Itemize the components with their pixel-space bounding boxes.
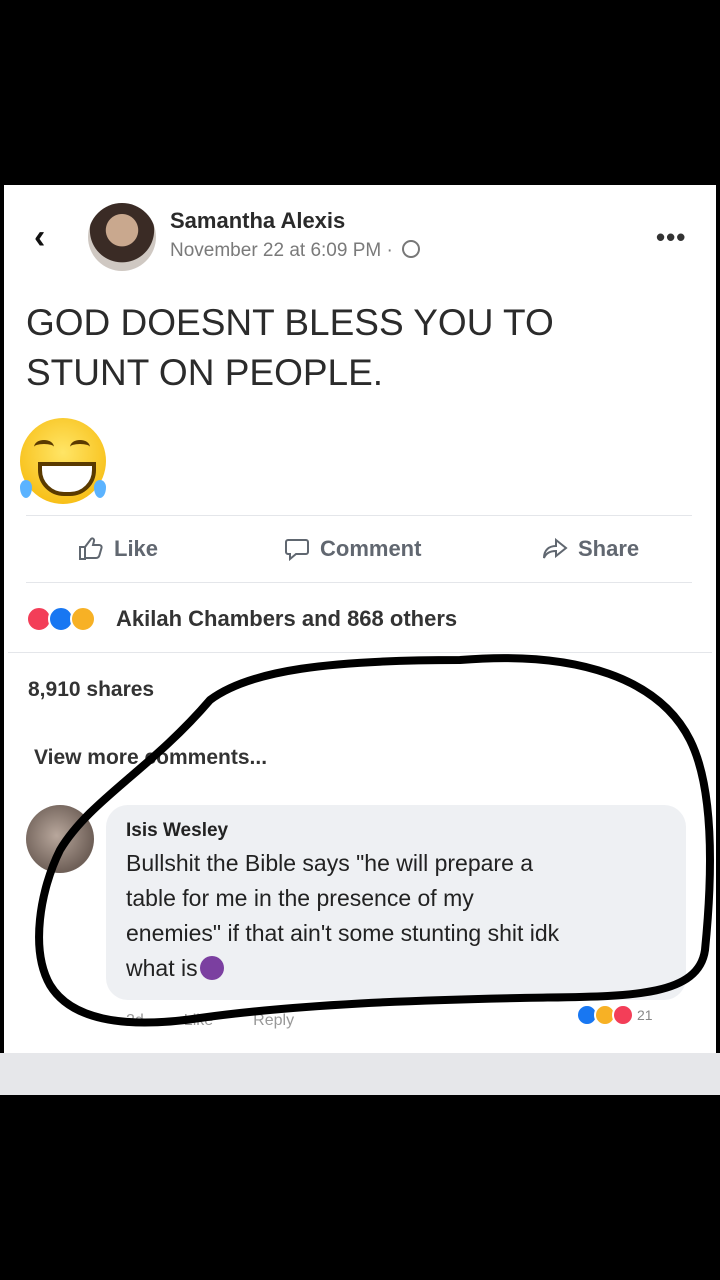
hand-drawn-circle-annotation	[35, 654, 714, 1027]
